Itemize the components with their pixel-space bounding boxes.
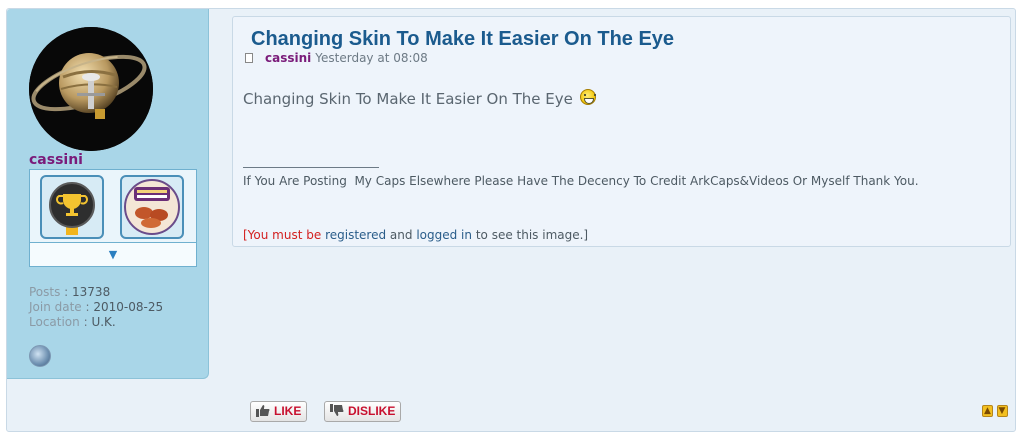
awards-box: ▼ xyxy=(29,169,197,267)
stat-label: Location xyxy=(29,315,80,329)
dislike-label: DISLIKE xyxy=(348,404,396,418)
document-icon[interactable] xyxy=(245,53,253,63)
forum-post: cassini ▼ Posts: 13738 Join date: 2010… xyxy=(6,8,1016,432)
globe-icon[interactable] xyxy=(29,345,51,367)
stat-value: 2010-08-25 xyxy=(93,300,164,314)
post-meta: cassini Yesterday at 08:08 xyxy=(245,51,428,65)
post-content: Changing Skin To Make It Easier On The E… xyxy=(232,16,1011,247)
stat-value: U.K. xyxy=(91,315,116,329)
arrow-up-icon[interactable]: ▲ xyxy=(982,405,993,417)
post-navigation: ▲ ▼ xyxy=(982,403,1008,417)
post-title[interactable]: Changing Skin To Make It Easier On The E… xyxy=(251,28,674,51)
stat-location: Location : U.K. xyxy=(29,315,116,329)
author-profile-panel: cassini ▼ Posts: 13738 Join date: 2010… xyxy=(7,9,209,379)
post-author[interactable]: cassini xyxy=(265,51,311,65)
stat-posts: Posts : 13738 xyxy=(29,285,111,299)
saturn-cassini-avatar xyxy=(29,27,153,151)
login-link[interactable]: logged in xyxy=(416,228,472,242)
notice-prefix: [You must be xyxy=(243,228,322,242)
thumbs-up-icon xyxy=(256,405,270,417)
stat-label: Join date xyxy=(29,300,82,314)
stat-value: 13738 xyxy=(72,285,111,299)
author-stats: Posts : 13738 Join date : 2010-08-25 Loc… xyxy=(29,285,163,330)
stat-join-date: Join date : 2010-08-25 xyxy=(29,300,164,314)
arrow-down-icon[interactable]: ▼ xyxy=(996,405,1008,417)
post-body: Changing Skin To Make It Easier On The E… xyxy=(243,89,596,108)
image-notice: [You must be registered and logged in to… xyxy=(243,228,588,242)
awards-expand-button[interactable]: ▼ xyxy=(30,242,196,266)
like-label: LIKE xyxy=(274,404,302,418)
pork-sausages-award-icon[interactable] xyxy=(120,175,184,239)
stat-label: Posts xyxy=(29,285,61,299)
notice-suffix: to see this image.] xyxy=(475,228,589,242)
post-timestamp: Yesterday at 08:08 xyxy=(315,51,428,65)
dislike-button[interactable]: DISLIKE xyxy=(324,401,402,422)
signature-divider xyxy=(243,167,379,168)
avatar[interactable] xyxy=(29,27,153,151)
signature: If You Are Posting My Caps Elsewhere Ple… xyxy=(243,174,919,188)
author-username[interactable]: cassini xyxy=(29,152,83,168)
post-body-text: Changing Skin To Make It Easier On The E… xyxy=(243,90,573,108)
like-button[interactable]: LIKE xyxy=(250,401,308,422)
notice-and: and xyxy=(389,228,413,242)
register-link[interactable]: registered xyxy=(325,228,386,242)
laughing-smiley-icon xyxy=(579,89,596,105)
thumbs-down-icon xyxy=(330,404,344,416)
trophy-award-icon[interactable] xyxy=(40,175,104,239)
